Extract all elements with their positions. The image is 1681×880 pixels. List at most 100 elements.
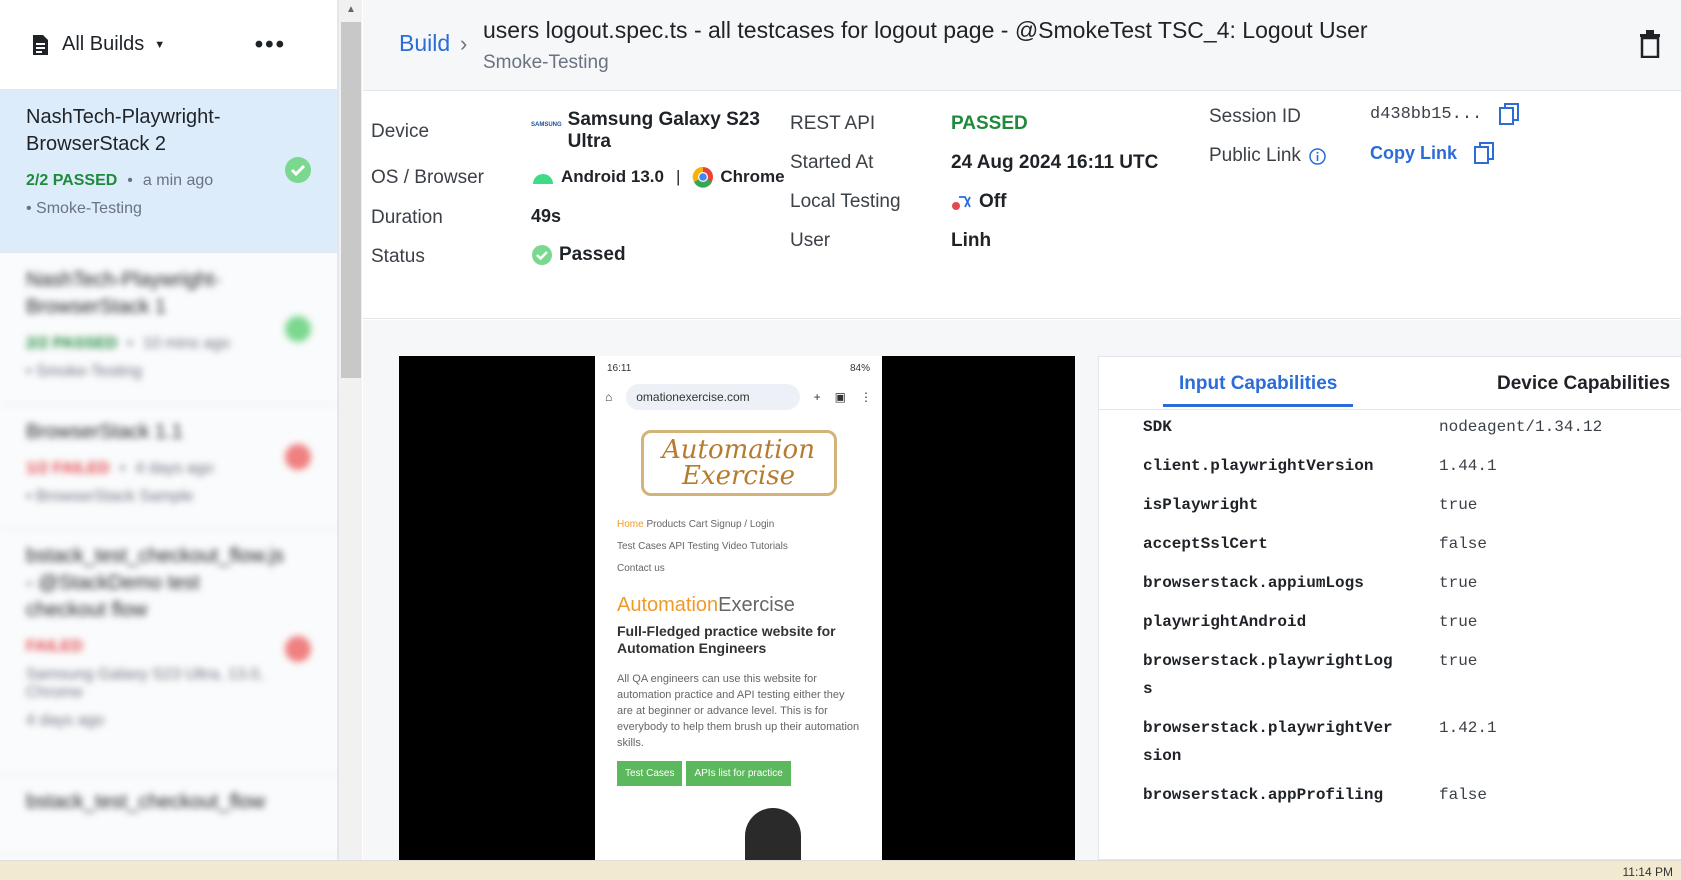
capability-value: nodeagent/1.34.12 (1439, 418, 1603, 436)
capability-value: false (1439, 786, 1488, 804)
build-tag: 4 days ago (26, 712, 105, 729)
phone-url-bar: omationexercise.com (626, 384, 800, 410)
capabilities-panel: Input Capabilities Device Capabilities S… (1098, 356, 1681, 860)
local-testing-label: Local Testing (790, 191, 901, 212)
copy-link-button[interactable]: Copy Link (1370, 143, 1457, 164)
build-tag: BrowserStack Sample (36, 488, 194, 505)
session-id-value: d438bb15... (1370, 104, 1483, 124)
brand-a: Automation (617, 594, 719, 616)
all-builds-dropdown[interactable]: All Builds (62, 33, 144, 56)
capability-value: true (1439, 613, 1478, 631)
scroll-up-icon[interactable]: ▲ (346, 4, 356, 15)
video-player[interactable]: 16:11 84% ⌂ omationexercise.com + ▣ ⋮ Au… (399, 356, 1075, 860)
scrollbar-thumb[interactable] (341, 22, 361, 378)
automation-exercise-logo: Automation Exercise (640, 430, 837, 496)
build-name: BrowserStack 1.1 (26, 421, 183, 443)
separator-dot: • (119, 460, 126, 477)
sidebar-scrollbar[interactable]: ▲ (338, 0, 362, 860)
info-icon[interactable] (1309, 147, 1326, 165)
passed-check-icon (532, 245, 552, 265)
capability-value: true (1439, 652, 1478, 670)
logo-line-1: Automation (662, 435, 815, 465)
active-tab-indicator (1163, 404, 1353, 407)
failed-icon (285, 636, 311, 662)
user-label: User (790, 230, 831, 251)
capability-value: false (1439, 535, 1488, 553)
capabilities-tabs: Input Capabilities Device Capabilities (1099, 357, 1681, 410)
capability-value: 1.44.1 (1439, 457, 1497, 475)
delete-icon[interactable] (1639, 30, 1661, 58)
duration-label: Duration (371, 207, 443, 228)
browser-value: Chrome (720, 167, 785, 186)
session-info-panel: Device SAMSUNG Samsung Galaxy S23 Ultra … (363, 91, 1681, 319)
passed-check-icon (285, 157, 311, 183)
copy-icon[interactable] (1473, 141, 1495, 165)
build-list-item[interactable]: bstack_test_checkout_flow.js - @StackDem… (0, 529, 337, 775)
app-root: All Builds ▼ ••• NashTech-Playwright-Bro… (0, 0, 1681, 880)
build-tag: Smoke-Testing (36, 200, 142, 217)
build-list-item[interactable]: NashTech-Playwright-BrowserStack 2 2/2 P… (0, 90, 337, 253)
session-detail-area: 16:11 84% ⌂ omationexercise.com + ▣ ⋮ Au… (363, 320, 1681, 860)
capability-key: client.playwrightVersion (1143, 457, 1374, 475)
build-name: NashTech-Playwright-BrowserStack 1 (26, 269, 221, 318)
started-at-label: Started At (790, 152, 874, 173)
public-link-label: Public Link (1209, 145, 1301, 166)
page-header: Build › users logout.spec.ts - all testc… (363, 0, 1681, 91)
build-status-text: 2/2 PASSED (26, 335, 118, 352)
started-at-value: 24 Aug 2024 16:11 UTC (951, 152, 1159, 173)
copy-icon[interactable] (1498, 102, 1520, 126)
os-taskbar: 11:14 PM (0, 860, 1681, 880)
phone-battery: 84% (849, 362, 870, 374)
build-status-text: 2/2 PASSED (26, 172, 118, 189)
passed-check-icon (285, 316, 311, 342)
site-brand: AutomationExercise (617, 594, 860, 617)
separator-dot: • (127, 335, 133, 352)
os-value: Android 13.0 (561, 167, 664, 186)
document-icon (33, 34, 48, 55)
capability-key: browserstack.appiumLogs (1143, 574, 1364, 592)
shuffle-icon (952, 196, 971, 210)
status-value: Passed (559, 244, 626, 265)
status-label: Status (371, 246, 425, 267)
capability-value: true (1439, 574, 1478, 592)
capability-key: acceptSslCert (1143, 535, 1268, 553)
chevron-down-icon[interactable]: ▼ (154, 39, 165, 51)
builds-sidebar: All Builds ▼ ••• NashTech-Playwright-Bro… (0, 0, 338, 860)
device-label: Device (371, 121, 430, 142)
build-tag: Smoke-Testing (36, 363, 142, 380)
logo-line-2: Exercise (681, 461, 796, 491)
divider: | (675, 167, 681, 186)
capability-key: playwrightAndroid (1143, 613, 1307, 631)
build-list-item[interactable]: NashTech-Playwright-BrowserStack 1 2/2 P… (0, 253, 337, 405)
rest-api-label: REST API (790, 113, 876, 134)
os-browser-label: OS / Browser (371, 167, 484, 188)
build-name: NashTech-Playwright-BrowserStack 2 (26, 106, 221, 155)
taskbar-clock: 11:14 PM (1622, 865, 1673, 879)
more-options-icon[interactable]: ••• (255, 31, 286, 59)
tab-input-capabilities[interactable]: Input Capabilities (1179, 373, 1337, 395)
capability-key: SDK (1143, 418, 1172, 436)
tabs-icon: ▣ (834, 390, 846, 404)
capability-key: browserstack.appProfiling (1143, 786, 1384, 804)
android-icon (533, 174, 553, 184)
chrome-icon (693, 166, 714, 188)
separator-dot: • (127, 172, 133, 189)
build-list-item[interactable]: bstack_test_checkout_flow (0, 775, 337, 855)
site-description: All QA engineers can use this website fo… (617, 673, 860, 749)
duration-value: 49s (531, 206, 562, 226)
page-subtitle: Smoke-Testing (483, 52, 609, 73)
test-cases-button: Test Cases (617, 761, 683, 786)
brand-b: Exercise (718, 594, 795, 616)
build-time: a min ago (142, 172, 214, 189)
build-list-item[interactable]: BrowserStack 1.1 1/2 FAILED • 4 days ago… (0, 405, 337, 529)
home-icon: ⌂ (605, 390, 613, 404)
rest-api-value: PASSED (951, 113, 1028, 134)
tab-device-capabilities[interactable]: Device Capabilities (1497, 373, 1670, 395)
phone-nav: Home Products Cart Signup / Login Test C… (617, 514, 860, 580)
failed-icon (285, 444, 311, 470)
nav-contact: Contact us (617, 563, 665, 574)
apis-list-button: APIs list for practice (686, 761, 791, 786)
breadcrumb-build-link[interactable]: Build (399, 30, 450, 57)
plus-icon: + (813, 390, 821, 404)
site-tagline: Full-Fledged practice website for Automa… (617, 623, 836, 656)
